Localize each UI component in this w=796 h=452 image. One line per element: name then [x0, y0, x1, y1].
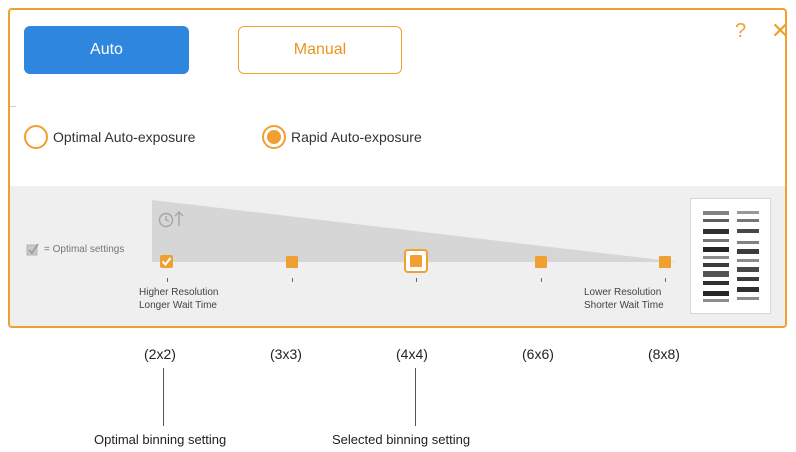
bin-label-8x8: (8x8)	[648, 346, 680, 362]
close-icon[interactable]: ✕	[771, 18, 785, 44]
step-tick	[416, 278, 417, 282]
radio-selected-dot	[267, 130, 281, 144]
step-tick	[292, 278, 293, 282]
selected-binning-callout: Selected binning setting	[332, 432, 471, 447]
longer-wait-time-text: Longer Wait Time	[139, 300, 217, 311]
step-tick	[167, 278, 168, 282]
rapid-auto-exposure-radio[interactable]: Rapid Auto-exposure	[262, 122, 422, 152]
selected-leader-line	[415, 368, 416, 426]
rapid-auto-exposure-label: Rapid Auto-exposure	[291, 129, 422, 145]
optimal-auto-exposure-radio[interactable]: Optimal Auto-exposure	[24, 122, 195, 152]
step-tick	[541, 278, 542, 282]
bin-label-2x2: (2x2)	[144, 346, 176, 362]
auto-mode-button[interactable]: Auto	[24, 26, 189, 74]
lower-resolution-text: Lower Resolution	[584, 287, 662, 298]
lower-resolution-label: Lower Resolution Shorter Wait Time	[584, 286, 664, 312]
binning-step-6x6[interactable]	[535, 256, 547, 268]
binning-step-2x2[interactable]	[160, 255, 173, 268]
manual-mode-button[interactable]: Manual	[238, 26, 402, 74]
optimal-binning-callout: Optimal binning setting	[94, 432, 227, 447]
selected-marker	[410, 255, 422, 267]
higher-resolution-text: Higher Resolution	[139, 287, 219, 298]
radio-selected[interactable]	[262, 125, 286, 149]
bin-label-4x4: (4x4)	[396, 346, 428, 362]
gel-bands	[703, 211, 759, 302]
optimal-leader-line	[163, 368, 164, 426]
check-icon	[161, 257, 172, 267]
bin-label-3x3: (3x3)	[270, 346, 302, 362]
gel-image-thumbnail	[690, 198, 771, 314]
bin-label-6x6: (6x6)	[522, 346, 554, 362]
shorter-wait-time-text: Shorter Wait Time	[584, 300, 664, 311]
binning-step-3x3[interactable]	[286, 256, 298, 268]
higher-resolution-label: Higher Resolution Longer Wait Time	[139, 286, 219, 312]
optimal-auto-exposure-label: Optimal Auto-exposure	[53, 129, 196, 145]
binning-step-8x8[interactable]	[659, 256, 671, 268]
step-tick	[665, 278, 666, 282]
binning-dialog: Auto Manual ? ✕ Optimal Auto-exposure Ra…	[8, 8, 787, 328]
radio-unselected[interactable]	[24, 125, 48, 149]
panel-edge-tick	[10, 106, 16, 107]
binning-selector: = Optimal settings Higher Resolution Lon…	[10, 186, 785, 326]
help-icon[interactable]: ?	[735, 20, 746, 43]
binning-step-4x4-selected[interactable]	[404, 249, 428, 273]
